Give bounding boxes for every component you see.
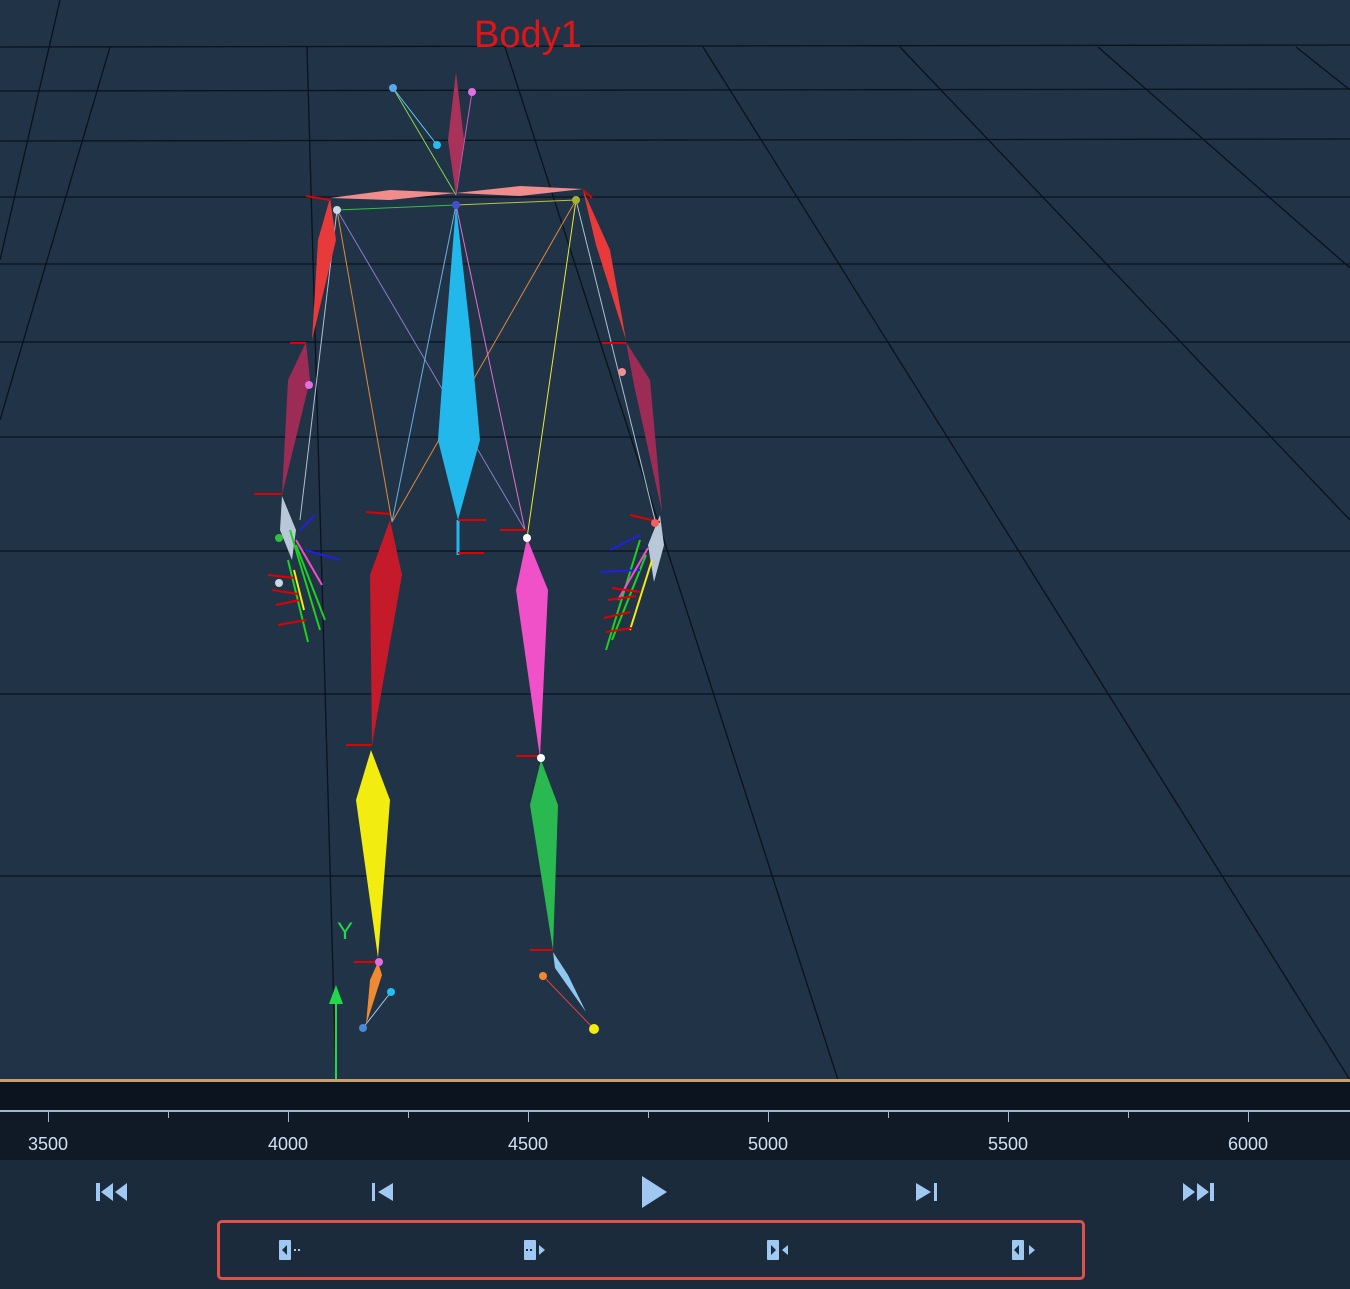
set-out-point-icon (524, 1240, 545, 1260)
collapse-range-icon (767, 1240, 788, 1260)
tick-minor (168, 1112, 169, 1118)
expand-range-icon (1012, 1240, 1035, 1260)
tick-major (528, 1112, 529, 1122)
play-button[interactable] (630, 1174, 678, 1210)
timeline-track[interactable] (0, 1082, 1350, 1112)
tick-major (1248, 1112, 1249, 1122)
collapse-range-button[interactable] (759, 1235, 799, 1265)
skip-to-end-button[interactable] (1174, 1174, 1222, 1210)
skip-to-start-icon (96, 1183, 127, 1201)
tick-major (288, 1112, 289, 1122)
skip-to-end-icon (1183, 1183, 1214, 1201)
tick-major (1008, 1112, 1009, 1122)
tick-major (48, 1112, 49, 1122)
tick-label: 4500 (507, 1134, 549, 1154)
mocap-app: Body1 Y 3500 4000 4500 5000 5500 6000 (0, 0, 1350, 1289)
step-back-icon (372, 1183, 393, 1201)
skip-to-start-button[interactable] (88, 1174, 136, 1210)
tick-minor (648, 1112, 649, 1118)
set-in-point-icon (279, 1240, 300, 1260)
tick-label: 3500 (27, 1134, 69, 1154)
skeleton-figure[interactable] (254, 72, 664, 1034)
body-name-label: Body1 (474, 14, 582, 56)
tick-major (768, 1112, 769, 1122)
tick-label: 4000 (267, 1134, 309, 1154)
transport-bar (0, 1160, 1350, 1289)
tick-label: 5500 (987, 1134, 1029, 1154)
scene-canvas (0, 0, 1350, 1080)
tick-label: 6000 (1227, 1134, 1269, 1154)
tick-minor (1128, 1112, 1129, 1118)
set-in-point-button[interactable] (270, 1235, 310, 1265)
step-back-button[interactable] (359, 1174, 407, 1210)
step-forward-icon (916, 1183, 937, 1201)
tick-label: 5000 (747, 1134, 789, 1154)
tick-minor (888, 1112, 889, 1118)
timeline-ruler[interactable]: 3500 4000 4500 5000 5500 6000 (0, 1110, 1350, 1160)
range-marker-toolbar (217, 1220, 1085, 1280)
set-out-point-button[interactable] (515, 1235, 555, 1265)
y-axis-arrow (329, 985, 343, 1080)
y-axis-label: Y (337, 918, 354, 945)
play-icon (642, 1176, 667, 1208)
step-forward-button[interactable] (902, 1174, 950, 1210)
expand-range-button[interactable] (1004, 1235, 1044, 1265)
3d-viewport[interactable]: Body1 Y (0, 0, 1350, 1080)
grid-floor (0, 0, 1350, 1080)
tick-minor (408, 1112, 409, 1118)
